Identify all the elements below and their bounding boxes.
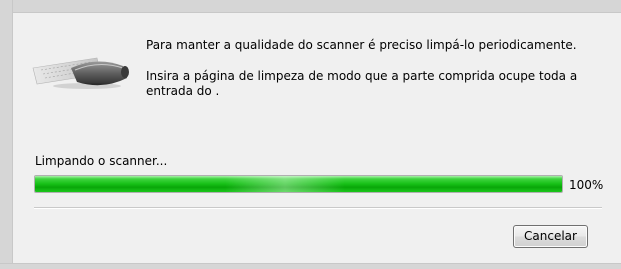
separator [34, 207, 602, 209]
cancel-button[interactable]: Cancelar [513, 225, 588, 248]
progress-bar-sheen [225, 176, 345, 192]
dialog-body: Para manter a qualidade do scanner é pre… [13, 13, 621, 263]
progress-percent: 100% [569, 178, 604, 192]
window-frame-bottom [0, 263, 621, 269]
window-frame-left [0, 0, 13, 268]
instruction-text-2: Insira a página de limpeza de modo que a… [146, 69, 578, 98]
progress-bar [34, 175, 563, 193]
progress-status-label: Limpando o scanner... [35, 154, 168, 168]
scanner-icon [32, 57, 129, 89]
window-frame-top [0, 0, 621, 13]
instruction-text-1: Para manter a qualidade do scanner é pre… [146, 38, 577, 52]
